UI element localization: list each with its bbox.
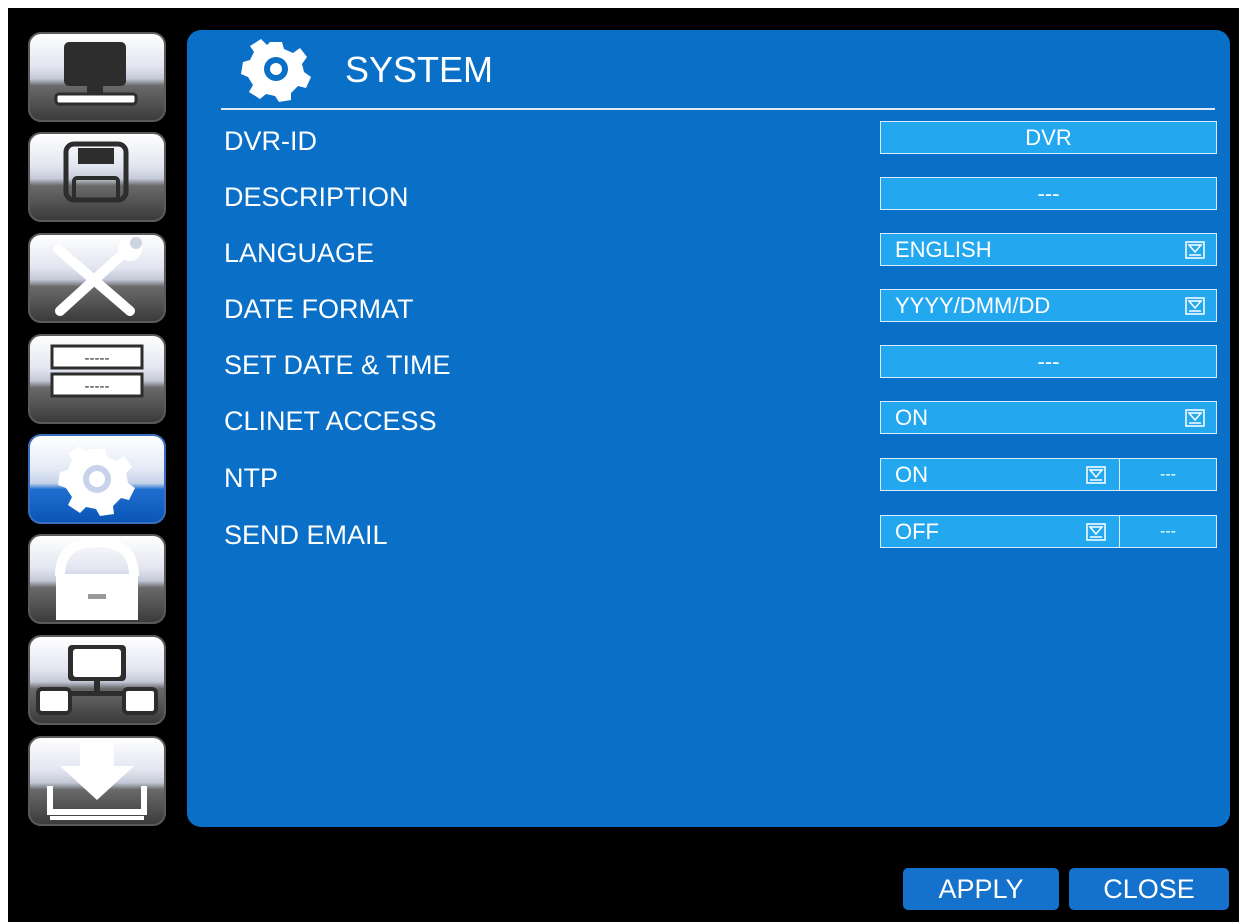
dropdown-arrow-icon[interactable]: [1185, 297, 1205, 315]
date-format-value: YYYY/DMM/DD: [895, 293, 1051, 318]
sidebar-item-record[interactable]: [28, 132, 166, 222]
floppy-disk-icon: [63, 141, 129, 203]
ntp-select[interactable]: ON ---: [880, 458, 1217, 491]
system-settings-panel: SYSTEM DVR-ID DVR DESCRIPTION --- LANGUA…: [187, 30, 1230, 827]
date-format-select[interactable]: YYYY/DMM/DD: [880, 289, 1217, 322]
dropdown-arrow-icon[interactable]: [1185, 409, 1205, 427]
language-label: LANGUAGE: [224, 238, 375, 268]
sidebar-item-system[interactable]: [28, 434, 166, 524]
dvr-id-label: DVR-ID: [224, 126, 317, 156]
language-value: ENGLISH: [895, 237, 992, 262]
send-email-setup-button[interactable]: ---: [1120, 516, 1216, 547]
ntp-value: ON: [895, 462, 928, 487]
sidebar-item-tools[interactable]: [28, 233, 166, 323]
dropdown-arrow-icon[interactable]: [1185, 241, 1205, 259]
description-value: ---: [1037, 181, 1060, 206]
sidebar-item-devices[interactable]: ----- -----: [28, 334, 166, 424]
send-email-value: OFF: [895, 519, 939, 544]
send-email-select[interactable]: OFF ---: [880, 515, 1217, 548]
client-access-label: CLINET ACCESS: [224, 406, 437, 436]
date-format-label: DATE FORMAT: [224, 294, 414, 324]
lock-icon: [55, 536, 139, 620]
dvr-setup-screen: ----- ----- SYSTEM DVR-ID DVR DESCRIPTIO…: [8, 8, 1239, 922]
send-email-label: SEND EMAIL: [224, 520, 388, 550]
monitor-icon: [54, 42, 138, 106]
apply-button[interactable]: APPLY: [903, 868, 1059, 910]
sidebar-item-backup[interactable]: [28, 736, 166, 826]
dvr-id-field[interactable]: DVR: [880, 121, 1217, 154]
page-title: SYSTEM: [345, 49, 494, 90]
sidebar-item-network[interactable]: [28, 635, 166, 725]
download-icon: [47, 742, 147, 820]
description-label: DESCRIPTION: [224, 182, 409, 212]
ntp-label: NTP: [224, 463, 278, 493]
ntp-setup-button[interactable]: ---: [1120, 459, 1216, 490]
sidebar-item-display[interactable]: [28, 32, 166, 122]
gear-icon: [58, 446, 135, 516]
set-date-time-value: ---: [1037, 349, 1060, 374]
gear-icon: [241, 39, 311, 102]
client-access-select[interactable]: ON: [880, 401, 1217, 434]
device-line-2: -----: [85, 378, 110, 395]
tools-icon: [53, 237, 142, 316]
close-button[interactable]: CLOSE: [1069, 868, 1229, 910]
set-date-time-button[interactable]: ---: [880, 345, 1217, 378]
header-divider: [221, 108, 1215, 110]
dvr-id-value: DVR: [1025, 125, 1072, 150]
client-access-value: ON: [895, 405, 928, 430]
dropdown-arrow-icon[interactable]: [1086, 466, 1106, 484]
network-icon: [36, 645, 158, 715]
description-field[interactable]: ---: [880, 177, 1217, 210]
sidebar-item-security[interactable]: [28, 534, 166, 624]
device-list-icon: ----- -----: [50, 344, 144, 398]
dropdown-arrow-icon[interactable]: [1086, 523, 1106, 541]
device-line-1: -----: [85, 350, 110, 367]
language-select[interactable]: ENGLISH: [880, 233, 1217, 266]
set-date-time-label: SET DATE & TIME: [224, 350, 451, 380]
